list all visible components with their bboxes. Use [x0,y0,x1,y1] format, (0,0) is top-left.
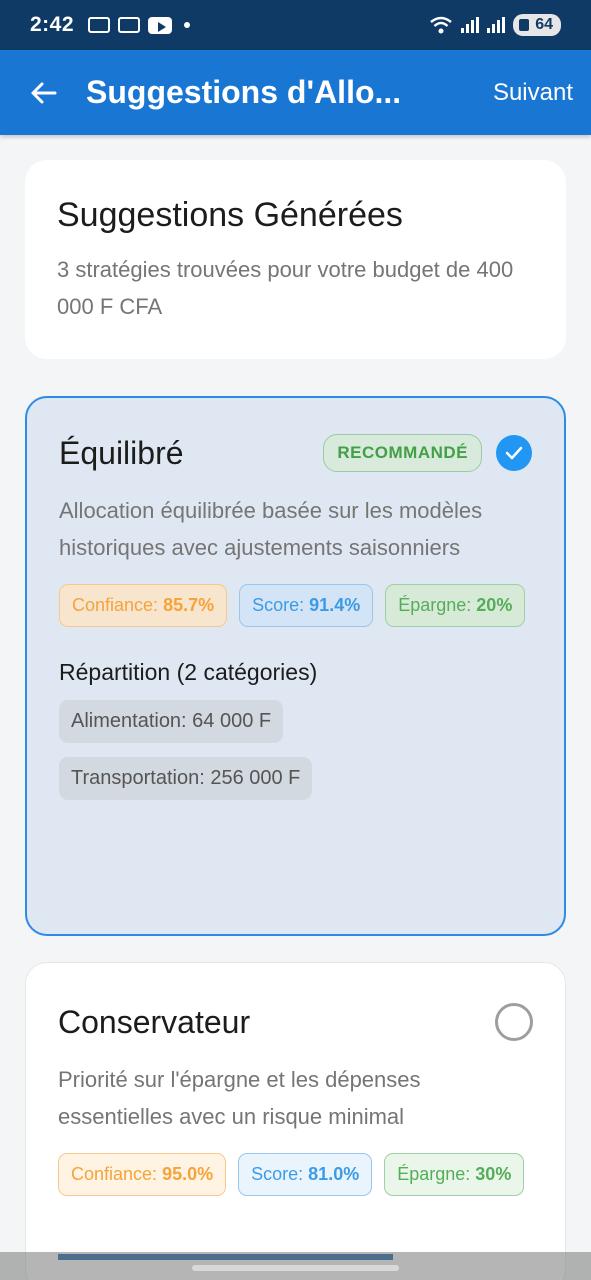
arrow-left-icon [31,82,57,103]
strategy-description: Allocation équilibrée basée sur les modè… [59,498,483,560]
strategy-description: Priorité sur l'épargne et les dépenses e… [58,1067,421,1129]
score-chip: Score: 91.4% [239,584,374,627]
gesture-handle[interactable] [192,1265,399,1271]
allocation-title: Répartition (2 catégories) [59,659,318,685]
strategy-header: Équilibré RECOMMANDÉ [59,430,532,476]
signal-icon [461,17,480,33]
strategy-metrics: Confiance: 95.0% Score: 81.0% Épargne: 3… [58,1153,533,1196]
selected-indicator[interactable] [496,435,532,471]
system-icons: 64 [429,14,561,36]
savings-value: 30% [475,1164,512,1184]
confidence-label: Confiance: [72,595,159,615]
radio-unchecked-icon[interactable] [495,1003,533,1041]
savings-chip: Épargne: 20% [385,584,526,627]
confidence-value: 95.0% [162,1164,214,1184]
strategy-metrics: Confiance: 85.7% Score: 91.4% Épargne: 2… [59,584,532,627]
app-bar: Suggestions d'Allo... Suivant [0,50,591,135]
strategy-name: Conservateur [58,1003,251,1040]
summary-subtitle: 3 stratégies trouvées pour votre budget … [57,257,514,319]
savings-label: Épargne: [398,595,472,615]
laptop-icon [118,17,141,33]
savings-label: Épargne: [397,1164,471,1184]
score-label: Score: [252,595,305,615]
status-bar: 2:42 64 [0,0,591,50]
savings-value: 20% [476,595,513,615]
back-button[interactable] [0,50,86,135]
allocation-list: Alimentation: 64 000 F Transportation: 2… [59,700,532,800]
strategy-name: Équilibré [59,434,184,471]
youtube-icon [148,16,173,34]
strategy-header: Conservateur [58,999,533,1045]
signal-icon-2 [487,17,506,33]
confidence-chip: Confiance: 85.7% [59,584,228,627]
battery-icon: 64 [513,14,561,36]
main-content: Suggestions Générées 3 stratégies trouvé… [25,160,566,1280]
next-button[interactable]: Suivant [493,79,573,107]
score-label: Score: [251,1164,304,1184]
screen-record-icon [88,17,111,33]
page-title: Suggestions d'Allo... [86,74,402,110]
summary-card: Suggestions Générées 3 stratégies trouvé… [25,160,566,359]
summary-title: Suggestions Générées [57,196,403,234]
notification-icons [88,16,191,34]
allocation-item: Alimentation: 64 000 F [59,700,284,743]
strategy-card-equilibre[interactable]: Équilibré RECOMMANDÉ Allocation équilibr… [25,396,566,936]
recommended-badge: RECOMMANDÉ [323,434,482,472]
savings-chip: Épargne: 30% [384,1153,525,1196]
strategy-card-conservateur[interactable]: Conservateur Priorité sur l'épargne et l… [25,962,566,1280]
score-value: 81.0% [308,1164,360,1184]
check-icon [505,446,523,460]
score-chip: Score: 81.0% [238,1153,373,1196]
score-value: 91.4% [309,595,361,615]
confidence-value: 85.7% [163,595,215,615]
confidence-label: Confiance: [71,1164,158,1184]
more-notifications-icon [184,22,191,28]
wifi-icon [430,16,452,34]
allocation-item: Transportation: 256 000 F [59,757,313,800]
status-time: 2:42 [30,13,75,36]
confidence-chip: Confiance: 95.0% [58,1153,227,1196]
